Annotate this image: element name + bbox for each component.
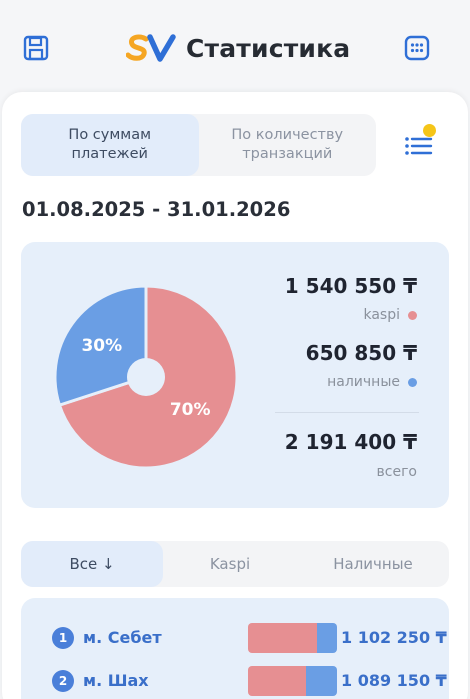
kaspi-summary: 1 540 550 ₸ kaspi (285, 274, 417, 323)
filter-button[interactable] (398, 124, 442, 164)
date-range[interactable]: 01.08.2025 - 31.01.2026 (22, 198, 290, 221)
total-label: всего (376, 464, 417, 480)
divider (275, 412, 419, 413)
summary-panel: 70% 30% 1 540 550 ₸ kaspi 650 850 ₸ налич… (21, 242, 449, 508)
cash-share (317, 623, 337, 653)
kaspi-amount: 1 540 550 ₸ (284, 274, 417, 298)
item-name: м. Себет (83, 628, 162, 647)
cash-amount: 650 850 ₸ (305, 341, 417, 365)
rank-badge: 2 (52, 670, 74, 692)
page-title: Статистика (186, 33, 351, 63)
kaspi-share (248, 666, 306, 696)
notification-dot (423, 124, 436, 137)
pie-slice-label: 70% (170, 400, 211, 420)
pie-center (127, 358, 165, 396)
total-amount: 2 191 400 ₸ (284, 430, 417, 454)
kaspi-dot (408, 310, 417, 320)
item-amount: 1 089 150 ₸ (341, 671, 447, 690)
tab-cash[interactable]: Наличные (297, 541, 449, 587)
tab-by-amount[interactable]: По суммам платежей (21, 114, 199, 176)
brand: Статистика (126, 30, 350, 66)
mode-toggle: По суммам платежей По количеству транзак… (21, 114, 376, 176)
app-header: Статистика (0, 0, 470, 92)
share-bar (248, 666, 337, 696)
cash-dot (408, 377, 417, 387)
tab-kaspi[interactable]: Kaspi (163, 541, 297, 587)
tab-all[interactable]: Все ↓ (21, 541, 163, 587)
pie-slice-label: 30% (81, 336, 122, 356)
cash-summary: 650 850 ₸ наличные (306, 341, 417, 390)
calendar-icon[interactable] (400, 31, 434, 65)
rank-badge: 1 (52, 627, 74, 649)
cash-label: наличные (327, 374, 400, 390)
list-item[interactable]: 1 м. Себет 1 102 250 ₸ (21, 621, 449, 655)
payment-type-tabs: Все ↓ Kaspi Наличные (21, 541, 449, 587)
item-amount: 1 102 250 ₸ (341, 628, 447, 647)
kaspi-share (248, 623, 318, 653)
ranking-list: 1 м. Себет 1 102 250 ₸ 2 м. Шах 1 089 15… (21, 598, 449, 699)
brand-logo (126, 34, 176, 62)
share-bar (248, 623, 337, 653)
tab-by-count[interactable]: По количеству транзакций (199, 114, 377, 176)
cash-share (305, 666, 337, 696)
list-item[interactable]: 2 м. Шах 1 089 150 ₸ (21, 664, 449, 698)
item-name: м. Шах (83, 671, 149, 690)
total-summary: 2 191 400 ₸ всего (285, 430, 417, 480)
kaspi-label: kaspi (363, 307, 400, 323)
save-icon[interactable] (19, 31, 53, 65)
pie-chart: 70% 30% (53, 284, 239, 470)
